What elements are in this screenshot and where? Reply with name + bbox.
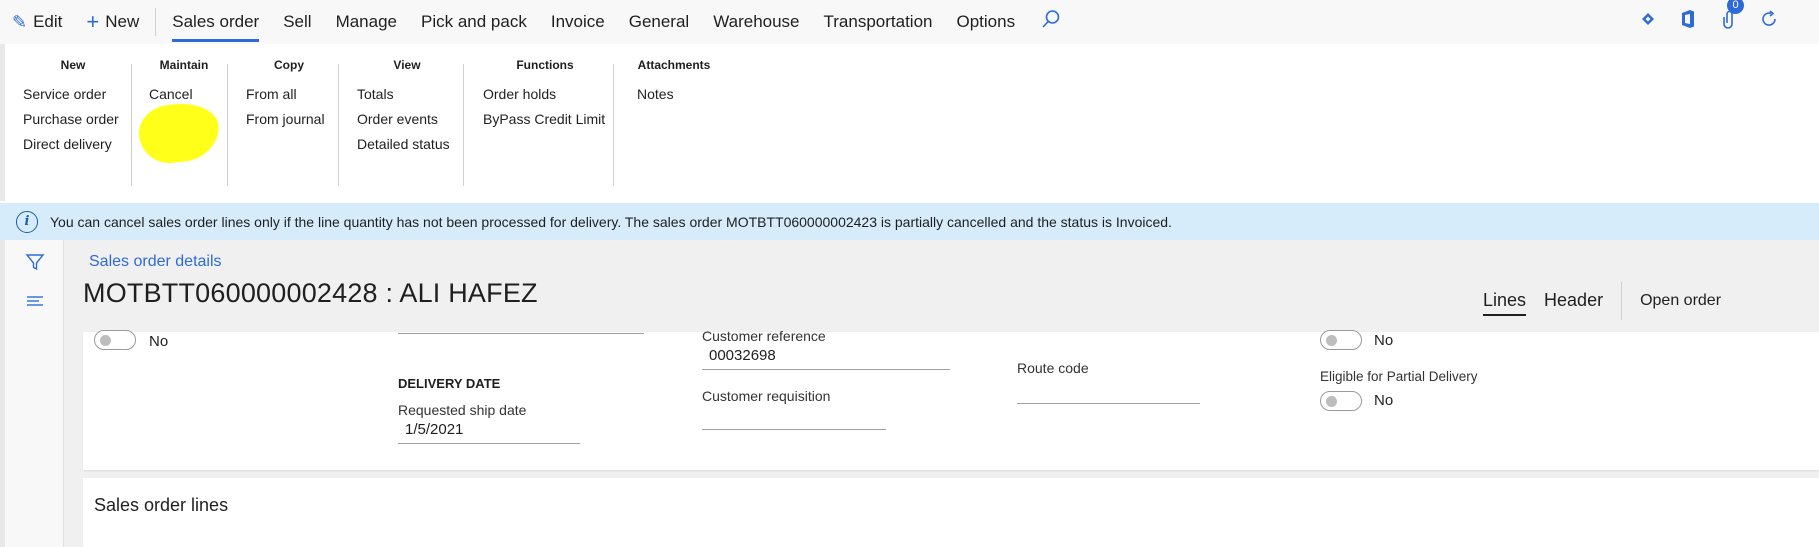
- tab-warehouse[interactable]: Warehouse: [701, 0, 811, 44]
- group-divider: [227, 64, 228, 186]
- lines-toolbar: [99, 536, 1299, 547]
- partial-delivery-label: Eligible for Partial Delivery: [1320, 369, 1478, 384]
- page-title: MOTBTT060000002428 : ALI HAFEZ: [83, 278, 538, 308]
- filter-icon[interactable]: [25, 252, 45, 278]
- cancel-button[interactable]: Cancel: [149, 82, 219, 107]
- customer-reference-input[interactable]: 00032698: [702, 342, 950, 370]
- ribbon-group-view: View Totals Order events Detailed status: [357, 58, 457, 182]
- totals-button[interactable]: Totals: [357, 82, 457, 107]
- edit-label: Edit: [33, 12, 63, 31]
- toggle-switch[interactable]: [1320, 330, 1362, 350]
- unlabeled-field[interactable]: [398, 306, 644, 334]
- order-events-button[interactable]: Order events: [357, 107, 457, 132]
- group-divider: [463, 64, 464, 186]
- direct-delivery-button[interactable]: Direct delivery: [23, 132, 123, 157]
- partial-delivery-toggle[interactable]: [1320, 391, 1362, 411]
- route-code-label: Route code: [1017, 360, 1089, 376]
- group-title: Copy: [274, 58, 304, 72]
- ribbon-group-new: New Service order Purchase order Direct …: [23, 58, 123, 182]
- tab-pick-and-pack[interactable]: Pick and pack: [409, 0, 539, 44]
- requested-ship-date-input[interactable]: 1/5/2021: [398, 416, 580, 444]
- tab-manage[interactable]: Manage: [324, 0, 409, 44]
- main-content: Sales order details MOTBTT060000002428 :…: [0, 240, 1819, 547]
- sales-order-lines-title: Sales order lines: [94, 495, 229, 515]
- ribbon-group-maintain: Maintain Cancel: [149, 58, 219, 182]
- new-label: New: [105, 12, 140, 31]
- order-holds-button[interactable]: Order holds: [483, 82, 607, 107]
- attachment-icon[interactable]: 0: [1719, 0, 1744, 35]
- toolbar-divider: [155, 8, 157, 36]
- partial-delivery-value: No: [1374, 392, 1394, 409]
- sales-order-lines-section: Sales order lines: [83, 478, 1819, 547]
- office-icon[interactable]: [1679, 9, 1697, 35]
- left-rail: [0, 240, 64, 547]
- tab-header[interactable]: Header: [1544, 290, 1603, 314]
- pencil-icon: ✎: [12, 11, 28, 32]
- notes-button[interactable]: Notes: [631, 82, 717, 107]
- tab-lines[interactable]: Lines: [1483, 290, 1527, 316]
- view-divider: [1621, 282, 1623, 320]
- tab-sell[interactable]: Sell: [271, 0, 323, 44]
- route-code-input[interactable]: [1017, 376, 1200, 404]
- action-pane: ✎ Edit + New Sales order Sell Manage Pic…: [0, 0, 1819, 44]
- plus-icon: +: [86, 9, 100, 34]
- group-title: Functions: [516, 58, 574, 72]
- purchase-order-button[interactable]: Purchase order: [23, 107, 123, 132]
- search-icon[interactable]: [1027, 9, 1075, 35]
- group-divider: [131, 64, 132, 186]
- notification-count: 0: [1727, 0, 1744, 14]
- group-title: Attachments: [637, 58, 711, 72]
- delivery-date-heading: DELIVERY DATE: [398, 376, 501, 391]
- toggle-value: No: [149, 333, 169, 350]
- service-order-button[interactable]: Service order: [23, 82, 123, 107]
- tab-general[interactable]: General: [617, 0, 701, 44]
- ribbon-group-attachments: Attachments Notes: [631, 58, 717, 182]
- ribbon-panel: New Service order Purchase order Direct …: [0, 44, 1819, 201]
- toolbar-right-icons: 0: [1639, 0, 1779, 44]
- refresh-icon[interactable]: [1759, 9, 1779, 35]
- bypass-credit-limit-button[interactable]: ByPass Credit Limit: [483, 107, 607, 132]
- breadcrumb[interactable]: Sales order details: [89, 253, 222, 271]
- info-message-bar: i You can cancel sales order lines only …: [0, 203, 1819, 240]
- ribbon-group-functions: Functions Order holds ByPass Credit Limi…: [483, 58, 607, 182]
- group-divider: [613, 64, 614, 186]
- tab-sales-order[interactable]: Sales order: [160, 0, 271, 44]
- detailed-status-button[interactable]: Detailed status: [357, 132, 457, 157]
- toggle-switch[interactable]: [94, 330, 136, 350]
- customer-requisition-input[interactable]: [702, 402, 886, 430]
- group-title: View: [393, 58, 421, 72]
- toggle-value: No: [1374, 332, 1394, 349]
- open-order-button[interactable]: Open order: [1640, 290, 1721, 310]
- copy-from-all-button[interactable]: From all: [246, 82, 332, 107]
- edit-button[interactable]: ✎ Edit: [0, 0, 74, 44]
- tab-options[interactable]: Options: [945, 0, 1028, 44]
- info-icon: i: [16, 210, 38, 233]
- group-divider: [338, 64, 339, 186]
- diamond-icon[interactable]: [1639, 10, 1657, 34]
- tab-transportation[interactable]: Transportation: [812, 0, 945, 44]
- copy-from-journal-button[interactable]: From journal: [246, 107, 332, 132]
- group-title: Maintain: [159, 58, 209, 72]
- new-button[interactable]: + New: [74, 0, 151, 44]
- info-message-text: You can cancel sales order lines only if…: [50, 213, 1172, 230]
- tab-invoice[interactable]: Invoice: [539, 0, 617, 44]
- view-switcher: Lines Header Open order: [1483, 282, 1721, 320]
- group-title: New: [60, 58, 86, 72]
- list-menu-icon[interactable]: [25, 292, 45, 315]
- header-fasttab: No DELIVERY DATE Requested ship date 1/5…: [83, 328, 1819, 470]
- ribbon-group-copy: Copy From all From journal: [246, 58, 332, 182]
